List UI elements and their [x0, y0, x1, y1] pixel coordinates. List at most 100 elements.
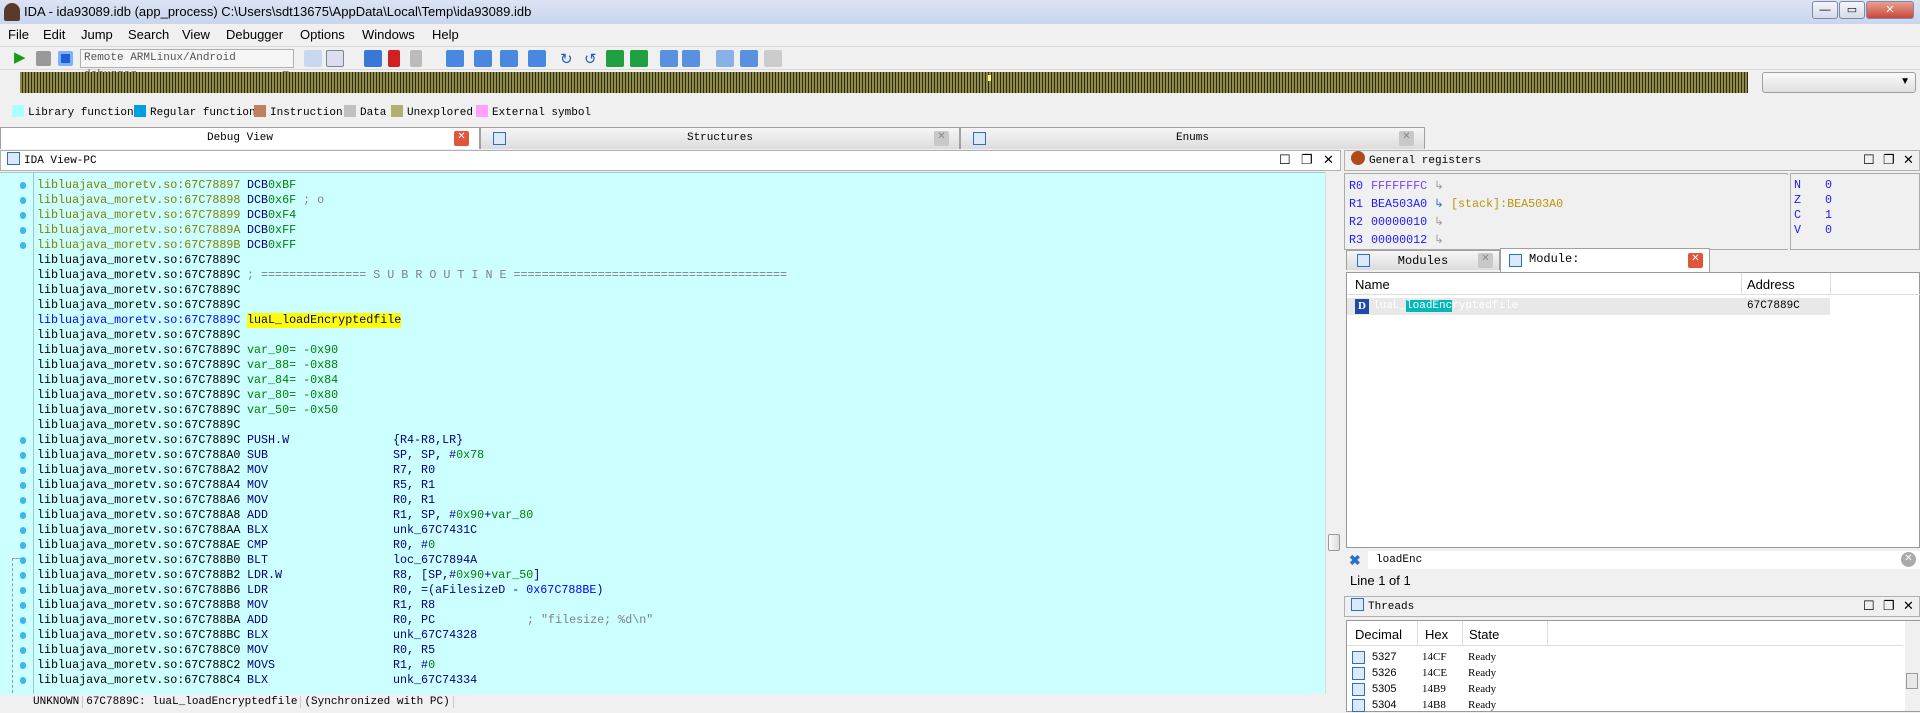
close-window-button[interactable]: ✕ — [1866, 1, 1914, 19]
breakpoint-marker[interactable] — [20, 572, 26, 579]
menu-debugger[interactable]: Debugger — [226, 27, 283, 42]
jump-forward-icon[interactable]: ↺ — [584, 50, 602, 68]
flag-value[interactable]: 0 — [1825, 178, 1832, 192]
stop-icon[interactable] — [58, 51, 73, 66]
menu-options[interactable]: Options — [300, 27, 345, 42]
column-hex[interactable]: Hex — [1425, 627, 1448, 642]
column-address[interactable]: Address — [1747, 277, 1795, 292]
pause-icon[interactable] — [36, 51, 51, 66]
column-decimal[interactable]: Decimal — [1355, 627, 1402, 642]
tab-module-libluajava[interactable]: Module: libluajava_moretv.so✕ — [1500, 248, 1710, 287]
code-line[interactable]: libluajava_moretv.so:67C788AA BLX unk_67C7… — [37, 523, 477, 538]
menu-file[interactable]: File — [8, 27, 29, 42]
breakpoint-marker[interactable] — [20, 527, 26, 534]
disassembly-listing[interactable]: libluajava_moretv.so:67C78897 DCB0xBF libl… — [0, 172, 1325, 695]
trace-icon[interactable] — [630, 50, 648, 67]
jump-arrow-icon[interactable]: ↳ — [1427, 215, 1444, 229]
register-value[interactable]: 00000012 — [1371, 233, 1427, 244]
disassembly-scrollbar[interactable] — [1325, 172, 1341, 694]
maximize-panel-icon[interactable]: ☐ — [1863, 597, 1875, 617]
list-item[interactable]: 5304 14B8 Ready — [1352, 699, 1892, 713]
code-line[interactable]: libluajava_moretv.so:67C7889C — [37, 283, 240, 298]
list-item[interactable]: 5305 14B9 Ready — [1352, 683, 1892, 697]
code-line[interactable]: libluajava_moretv.so:67C78897 DCB0xBF — [37, 178, 296, 193]
code-line[interactable]: libluajava_moretv.so:67C788A6 MOV R0, R1 — [37, 493, 435, 508]
module-functions-list[interactable]: Name Address D luaL_loadEncryptedfile 67… — [1346, 272, 1920, 548]
close-icon[interactable]: ✕ — [1478, 253, 1493, 268]
code-line[interactable]: libluajava_moretv.so:67C7889C — [37, 253, 240, 268]
float-panel-icon[interactable]: ❐ — [1883, 597, 1895, 617]
breakpoint-marker[interactable] — [20, 602, 26, 609]
code-line[interactable]: libluajava_moretv.so:67C788A4 MOV R5, R1 — [37, 478, 435, 493]
breakpoint-marker[interactable] — [20, 647, 26, 654]
column-name[interactable]: Name — [1355, 277, 1390, 292]
code-line[interactable]: libluajava_moretv.so:67C7889C var_80= -0x… — [37, 388, 338, 403]
watch-icon[interactable] — [716, 50, 734, 67]
close-icon[interactable]: ✕ — [1688, 253, 1703, 268]
code-line[interactable]: libluajava_moretv.so:67C788AE CMP R0, #0 — [37, 538, 435, 553]
breakpoint-marker[interactable] — [20, 542, 26, 549]
menu-windows[interactable]: Windows — [362, 27, 415, 42]
navigation-dropdown[interactable]: ▼ — [1762, 72, 1916, 93]
maximize-panel-icon[interactable]: ☐ — [1279, 151, 1291, 171]
code-line[interactable]: libluajava_moretv.so:67C788B2 LDR.W R8, [S… — [37, 568, 540, 583]
flag-value[interactable]: 1 — [1825, 208, 1832, 222]
register-value[interactable]: BEA503A0 — [1371, 197, 1427, 211]
flag-row[interactable]: V0 — [1794, 223, 1832, 237]
breakpoint-marker[interactable] — [20, 677, 26, 684]
register-value[interactable]: 00000010 — [1371, 215, 1427, 229]
tab-modules[interactable]: Modules ✕ — [1346, 250, 1500, 270]
code-line[interactable]: libluajava_moretv.so:67C7889C — [37, 328, 240, 343]
breakpoint-marker[interactable] — [20, 227, 26, 234]
column-state[interactable]: State — [1469, 627, 1499, 642]
continue-icon[interactable] — [606, 50, 624, 67]
flag-value[interactable]: 0 — [1825, 223, 1832, 237]
maximize-panel-icon[interactable]: ☐ — [1863, 151, 1875, 171]
close-icon[interactable]: ✕ — [934, 131, 949, 146]
breakpoint-marker[interactable] — [20, 242, 26, 249]
register-row[interactable]: R3 00000012 ↳ — [1349, 232, 1444, 244]
breakpoint-list-icon[interactable] — [364, 50, 382, 67]
step-over-icon[interactable] — [474, 50, 492, 67]
add-breakpoint-icon[interactable] — [388, 50, 400, 67]
breakpoint-marker[interactable] — [20, 632, 26, 639]
search-input[interactable]: loadEnc ✕ — [1368, 551, 1920, 569]
scrollbar-thumb[interactable] — [1906, 673, 1918, 689]
code-line[interactable]: libluajava_moretv.so:67C7889C ; =========… — [37, 268, 787, 283]
close-panel-icon[interactable]: ✕ — [1323, 151, 1334, 171]
code-line[interactable]: libluajava_moretv.so:67C7889C — [37, 298, 240, 313]
code-line[interactable]: libluajava_moretv.so:67C788B0 BLT loc_67C7… — [37, 553, 477, 568]
code-line[interactable]: libluajava_moretv.so:67C7889C var_50= -0x… — [37, 403, 338, 418]
step-out-icon[interactable] — [528, 50, 546, 67]
delete-watch-icon[interactable] — [764, 50, 782, 67]
code-line[interactable]: libluajava_moretv.so:67C78898 DCB0x6F ; o — [37, 193, 324, 208]
breakpoint-marker[interactable] — [20, 512, 26, 519]
clear-filter-icon[interactable]: ✖ — [1349, 552, 1361, 569]
detach-icon[interactable] — [326, 50, 344, 67]
breakpoint-marker[interactable] — [20, 182, 26, 189]
code-line[interactable]: libluajava_moretv.so:67C7889C luaL_loadEn… — [37, 313, 402, 328]
close-icon[interactable]: ✕ — [454, 131, 469, 146]
code-line[interactable]: libluajava_moretv.so:67C7889C — [37, 418, 240, 433]
scrollbar-thumb[interactable] — [1328, 534, 1340, 551]
menu-search[interactable]: Search — [128, 27, 169, 42]
breakpoint-marker[interactable] — [20, 557, 26, 564]
menu-view[interactable]: View — [182, 27, 210, 42]
breakpoint-marker[interactable] — [20, 437, 26, 444]
step-into-icon[interactable] — [446, 50, 464, 67]
flag-row[interactable]: C1 — [1794, 208, 1832, 222]
registers-scrollbar[interactable] — [1774, 175, 1788, 249]
attach-icon[interactable] — [304, 50, 322, 67]
register-row[interactable]: R2 00000010 ↳ — [1349, 214, 1444, 232]
menu-help[interactable]: Help — [432, 27, 459, 42]
jump-arrow-icon[interactable]: ↳ — [1427, 233, 1444, 244]
float-panel-icon[interactable]: ❐ — [1301, 151, 1313, 171]
code-line[interactable]: libluajava_moretv.so:67C788B8 MOV R1, R8 — [37, 598, 435, 613]
tab-debug-view[interactable]: Debug View ✕ — [0, 127, 480, 149]
minimize-button[interactable]: — — [1812, 1, 1838, 19]
code-line[interactable]: libluajava_moretv.so:67C7889C var_90= -0x… — [37, 343, 338, 358]
code-line[interactable]: libluajava_moretv.so:67C7889C PUSH.W {R4-R… — [37, 433, 463, 448]
breakpoint-marker[interactable] — [20, 587, 26, 594]
start-process-icon[interactable]: ▶ — [14, 50, 32, 67]
code-line[interactable]: libluajava_moretv.so:67C7889C var_88= -0x… — [37, 358, 338, 373]
